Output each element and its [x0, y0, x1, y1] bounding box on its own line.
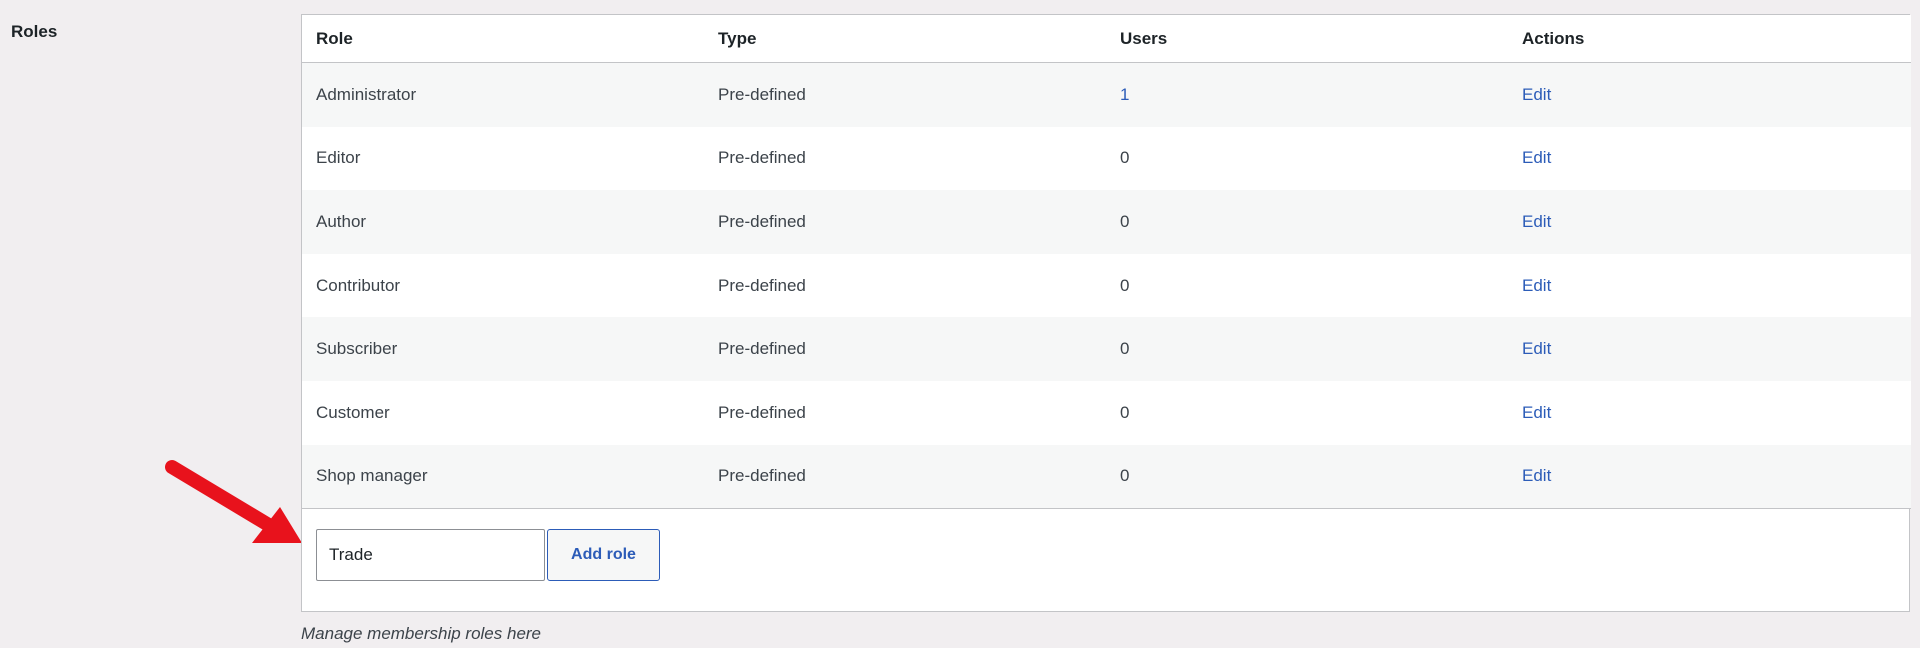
edit-link[interactable]: Edit	[1522, 212, 1551, 231]
table-row: Editor Pre-defined 0 Edit	[302, 126, 1911, 191]
edit-link[interactable]: Edit	[1522, 85, 1551, 104]
role-name: Administrator	[302, 62, 704, 127]
roles-table: Role Type Users Actions Administrator Pr…	[302, 15, 1911, 510]
role-users-count: 0	[1106, 190, 1508, 254]
red-arrow-icon	[165, 460, 302, 543]
edit-link[interactable]: Edit	[1522, 339, 1551, 358]
role-name: Editor	[302, 126, 704, 191]
roles-table-container: Role Type Users Actions Administrator Pr…	[301, 14, 1911, 612]
role-name: Shop manager	[302, 444, 704, 510]
edit-link[interactable]: Edit	[1522, 466, 1551, 485]
table-row: Author Pre-defined 0 Edit	[302, 190, 1911, 254]
column-header-role: Role	[302, 15, 704, 63]
column-header-actions: Actions	[1508, 15, 1911, 63]
add-role-button[interactable]: Add role	[547, 529, 660, 581]
column-header-users: Users	[1106, 15, 1508, 63]
table-row: Customer Pre-defined 0 Edit	[302, 380, 1911, 445]
role-type: Pre-defined	[704, 253, 1106, 318]
new-role-input[interactable]	[316, 529, 545, 581]
table-row: Subscriber Pre-defined 0 Edit	[302, 317, 1911, 381]
edit-link[interactable]: Edit	[1522, 403, 1551, 422]
role-type: Pre-defined	[704, 380, 1106, 445]
role-type: Pre-defined	[704, 444, 1106, 510]
role-name: Subscriber	[302, 317, 704, 381]
role-name: Author	[302, 190, 704, 254]
role-users-link[interactable]: 1	[1120, 85, 1129, 104]
role-users-count: 0	[1106, 444, 1508, 510]
table-row: Contributor Pre-defined 0 Edit	[302, 253, 1911, 318]
edit-link[interactable]: Edit	[1522, 148, 1551, 167]
table-row: Shop manager Pre-defined 0 Edit	[302, 444, 1911, 510]
role-users-count: 0	[1106, 126, 1508, 191]
section-label-roles: Roles	[11, 22, 58, 41]
edit-link[interactable]: Edit	[1522, 276, 1551, 295]
role-type: Pre-defined	[704, 190, 1106, 254]
roles-settings-page: Roles Role Type Users Actions Administra…	[0, 0, 1920, 648]
table-header-row: Role Type Users Actions	[302, 15, 1911, 63]
role-type: Pre-defined	[704, 126, 1106, 191]
role-type: Pre-defined	[704, 317, 1106, 381]
role-name: Contributor	[302, 253, 704, 318]
add-role-form: Add role	[316, 529, 660, 581]
role-users-count: 0	[1106, 380, 1508, 445]
table-row: Administrator Pre-defined 1 Edit	[302, 62, 1911, 127]
role-name: Customer	[302, 380, 704, 445]
column-header-type: Type	[704, 15, 1106, 63]
role-type: Pre-defined	[704, 62, 1106, 127]
role-users-count: 0	[1106, 317, 1508, 381]
role-users-count: 0	[1106, 253, 1508, 318]
help-text: Manage membership roles here	[301, 624, 542, 643]
